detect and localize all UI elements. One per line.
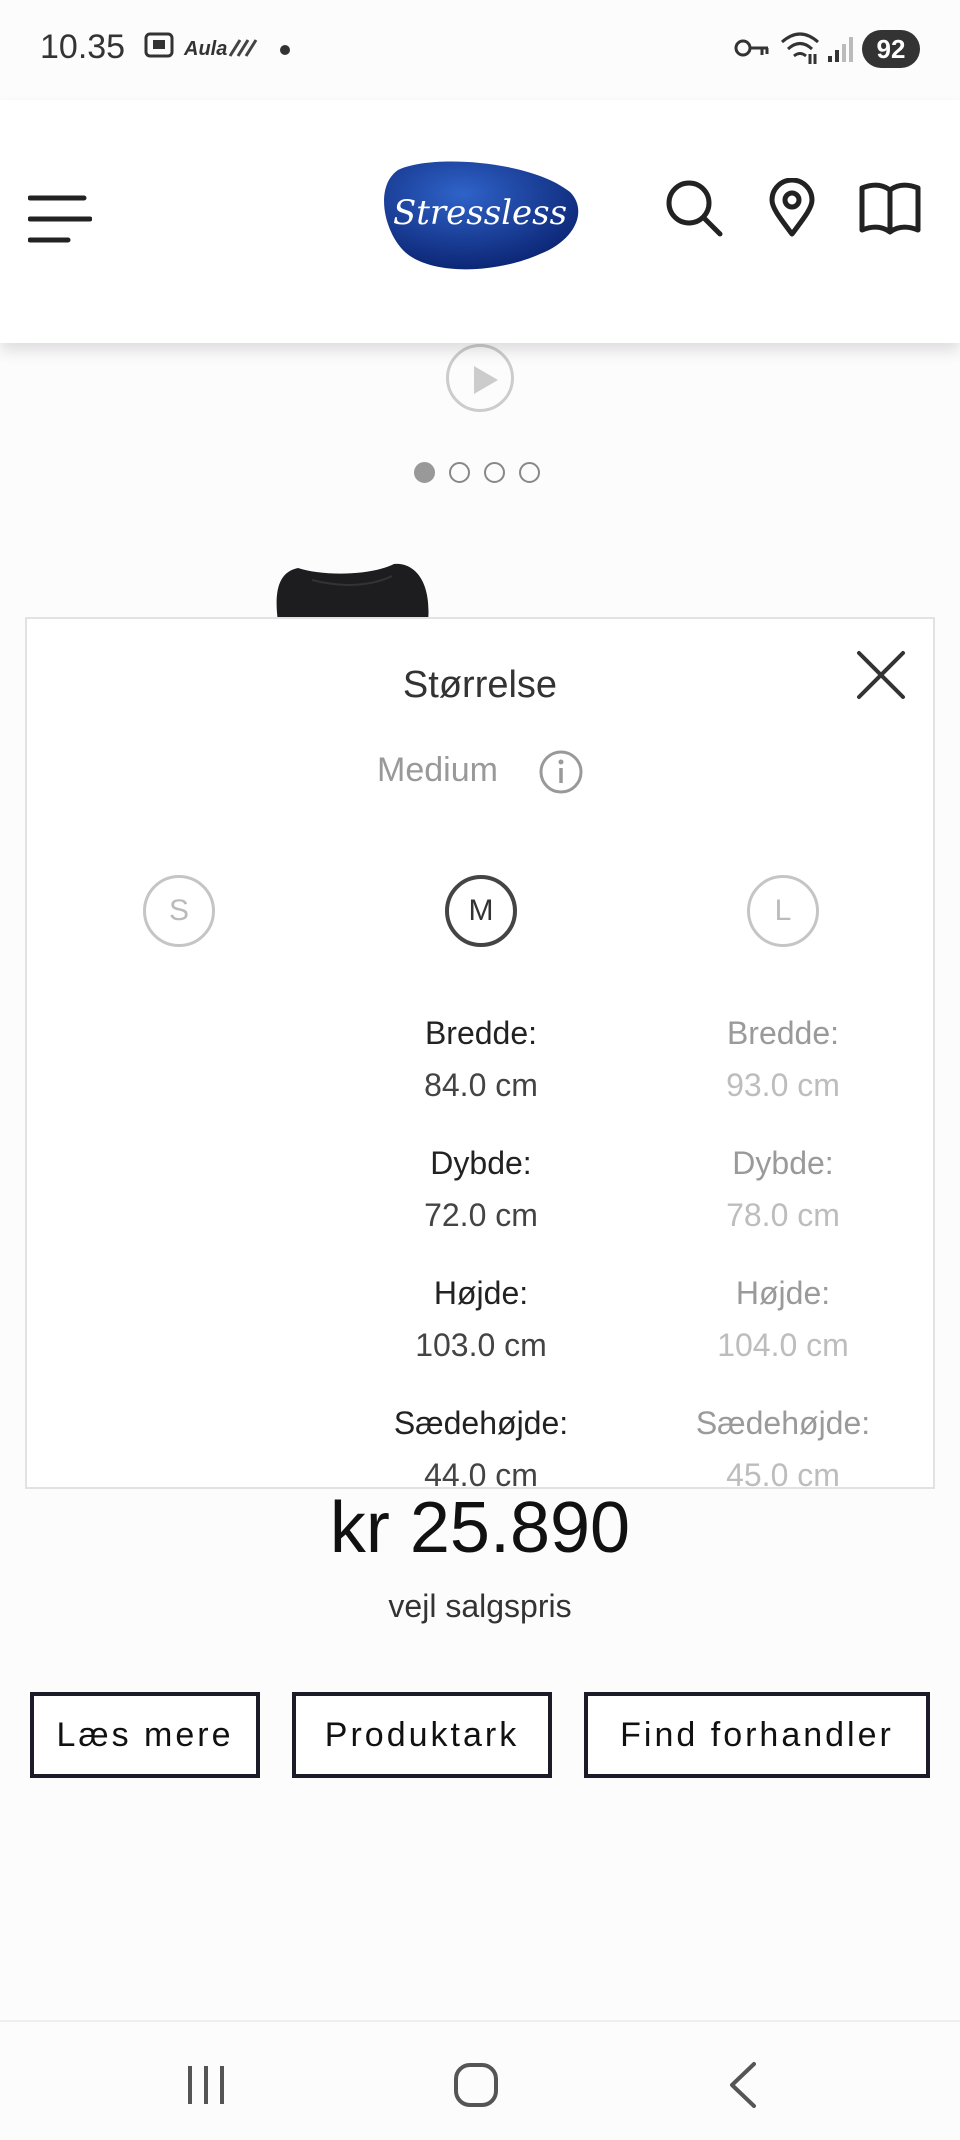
dimension-value: 78.0 cm [726, 1197, 840, 1233]
search-icon[interactable] [664, 178, 724, 238]
dimension-value: 84.0 cm [424, 1067, 538, 1103]
site-header: Stressless [0, 100, 960, 343]
system-nav-bar [0, 2020, 960, 2140]
size-option-m[interactable]: M [445, 875, 517, 947]
read-more-button[interactable]: Læs mere [30, 1692, 260, 1778]
location-pin-icon[interactable] [762, 177, 822, 238]
info-icon[interactable] [538, 749, 584, 795]
logo-text: Stressless [393, 193, 567, 233]
gallery-dot[interactable] [449, 462, 470, 483]
find-dealer-button[interactable]: Find forhandler [584, 1692, 930, 1778]
popup-title: Størrelse [402, 664, 558, 706]
back-icon[interactable] [714, 2060, 774, 2110]
close-icon[interactable] [853, 647, 909, 703]
wifi-icon [780, 30, 820, 71]
dimensions-medium: Bredde: 84.0 cm Dybde: 72.0 cm Højde: 10… [341, 1007, 621, 1489]
gallery-dot[interactable] [414, 462, 435, 483]
dimension-value: 104.0 cm [717, 1327, 849, 1363]
gallery-dot[interactable] [484, 462, 505, 483]
gallery-pagination [414, 462, 540, 483]
selected-size-label: Medium [377, 751, 498, 789]
status-time: 10.35 [40, 28, 126, 66]
dimension-value: 93.0 cm [726, 1067, 840, 1103]
dimensions-large: Bredde: 93.0 cm Dybde: 78.0 cm Højde: 10… [643, 1007, 923, 1489]
dimension-value: 45.0 cm [726, 1457, 840, 1489]
dimension-value: 72.0 cm [424, 1197, 538, 1233]
hamburger-menu-icon[interactable] [27, 194, 93, 244]
size-option-l[interactable]: L [747, 875, 819, 947]
product-price: kr 25.890 [329, 1488, 631, 1568]
signal-icon [826, 34, 856, 69]
dimension-label: Dybde: [732, 1145, 834, 1181]
dimension-value: 103.0 cm [415, 1327, 547, 1363]
recent-apps-icon[interactable] [176, 2060, 236, 2110]
size-option-s[interactable]: S [143, 875, 215, 947]
dimension-label: Sædehøjde: [393, 1405, 569, 1441]
dimension-label: Dybde: [430, 1145, 532, 1181]
notification-dot-icon [280, 45, 290, 55]
battery-indicator: 92 [862, 30, 920, 68]
size-popup: Størrelse Medium S M L Bredde: 84.0 cm D… [25, 617, 935, 1489]
hatch-icon [228, 36, 258, 63]
status-bar: 10.35 Aula 92 [0, 0, 960, 100]
home-icon[interactable] [446, 2060, 506, 2110]
dimension-label: Højde: [433, 1275, 529, 1311]
catalog-book-icon[interactable] [858, 178, 921, 238]
stressless-logo[interactable]: Stressless [380, 158, 580, 272]
screenshot-icon [142, 28, 176, 67]
product-sheet-button[interactable]: Produktark [292, 1692, 552, 1778]
gallery-dot[interactable] [519, 462, 540, 483]
dimension-label: Sædehøjde: [695, 1405, 871, 1441]
dimension-label: Højde: [735, 1275, 831, 1311]
price-note: vejl salgspris [388, 1588, 572, 1624]
dimension-label: Bredde: [726, 1015, 840, 1051]
dimension-value: 44.0 cm [424, 1457, 538, 1489]
product-image [272, 562, 434, 622]
dimension-label: Bredde: [424, 1015, 538, 1051]
key-icon [734, 36, 770, 65]
video-play-button[interactable] [446, 344, 514, 412]
status-app-label: Aula [184, 38, 228, 60]
